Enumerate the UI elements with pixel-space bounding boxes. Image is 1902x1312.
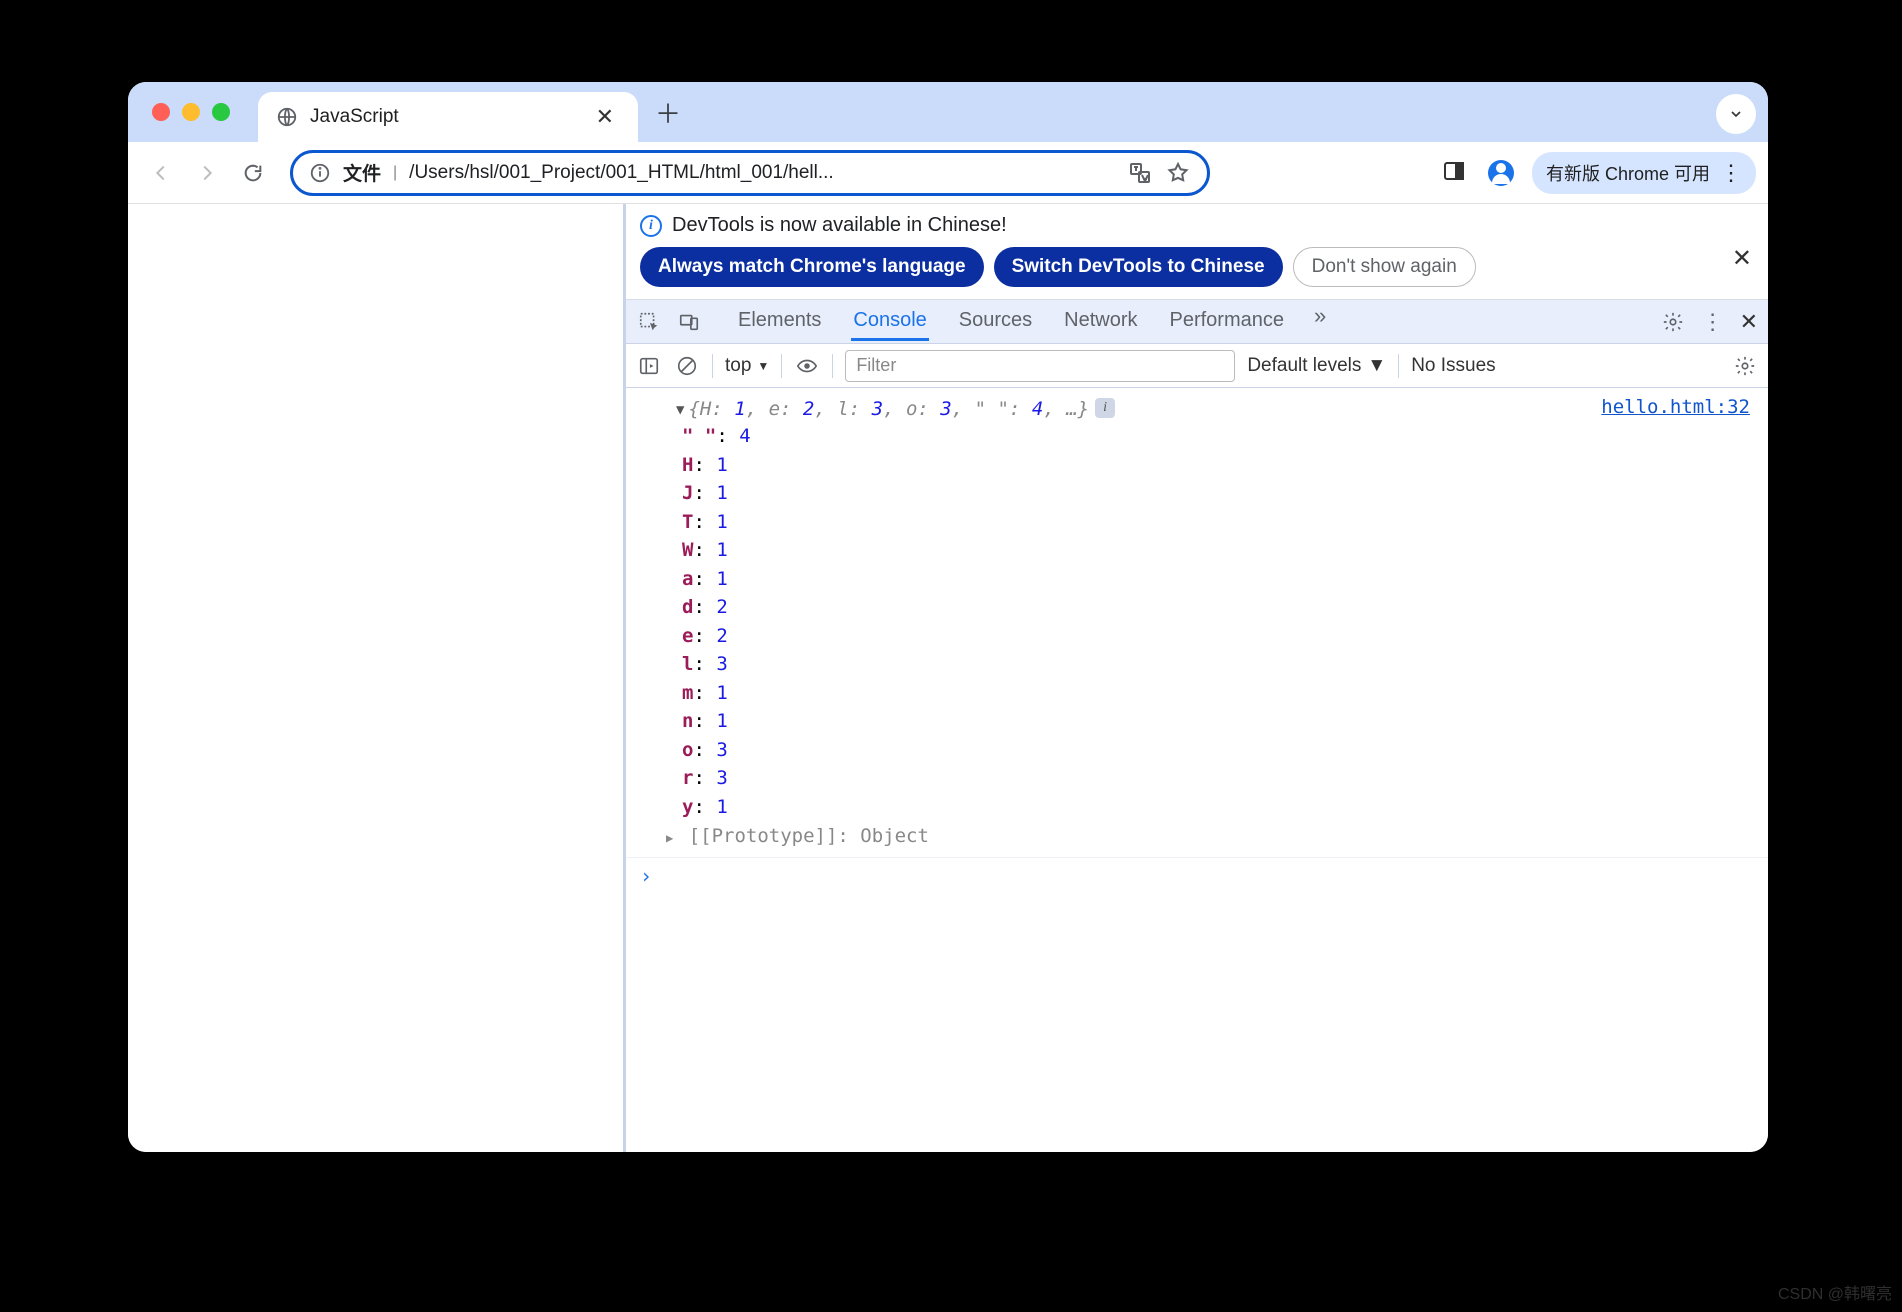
profile-avatar[interactable] — [1488, 160, 1514, 186]
update-text: 有新版 Chrome 可用 — [1546, 160, 1710, 186]
browser-tab[interactable]: JavaScript ✕ — [258, 92, 638, 142]
property-row[interactable]: a: 1 — [682, 565, 1754, 594]
more-tabs-button[interactable]: » — [1314, 303, 1323, 341]
devtools-language-banner: i DevTools is now available in Chinese! … — [626, 204, 1768, 300]
site-info-icon[interactable] — [309, 162, 331, 184]
separator — [832, 354, 833, 378]
close-window-button[interactable] — [152, 103, 170, 121]
source-link[interactable]: hello.html:32 — [1601, 396, 1750, 418]
disclosure-triangle-closed[interactable]: ▶ — [666, 831, 673, 845]
toolbar-right: 有新版 Chrome 可用 ⋮ — [1440, 152, 1756, 194]
close-tab-button[interactable]: ✕ — [590, 104, 620, 130]
browser-toolbar: 文件 | /Users/hsl/001_Project/001_HTML/htm… — [128, 142, 1768, 204]
console-prompt[interactable]: › — [626, 858, 1768, 894]
chrome-update-button[interactable]: 有新版 Chrome 可用 ⋮ — [1532, 152, 1756, 194]
chevron-down-icon: ▼ — [1367, 355, 1386, 377]
property-row[interactable]: T: 1 — [682, 508, 1754, 537]
url-scheme: 文件 — [343, 159, 381, 186]
context-selector[interactable]: top ▼ — [725, 355, 769, 377]
inspect-icon[interactable] — [636, 309, 662, 335]
property-row[interactable]: d: 2 — [682, 593, 1754, 622]
property-row[interactable]: m: 1 — [682, 679, 1754, 708]
object-summary[interactable]: {H: 1, e: 2, l: 3, o: 3, " ": 4, …} — [688, 398, 1089, 420]
tab-sources[interactable]: Sources — [957, 303, 1034, 341]
separator — [712, 354, 713, 378]
settings-gear-icon[interactable] — [1660, 309, 1686, 335]
back-button[interactable] — [140, 152, 182, 194]
device-toggle-icon[interactable] — [676, 309, 702, 335]
property-row[interactable]: l: 3 — [682, 650, 1754, 679]
dismiss-banner-button[interactable]: Don't show again — [1293, 247, 1476, 287]
property-row[interactable]: o: 3 — [682, 736, 1754, 765]
switch-language-button[interactable]: Switch DevTools to Chinese — [994, 247, 1283, 287]
side-panel-icon[interactable] — [1440, 159, 1470, 187]
object-properties: " ": 4H: 1J: 1T: 1W: 1a: 1d: 2e: 2l: 3m:… — [682, 422, 1754, 821]
browser-window: JavaScript ✕ ＋ 文件 | /Users/hsl/001_Proje… — [128, 82, 1768, 1152]
console-toolbar: top ▼ Filter Default levels ▼ No Issues — [626, 344, 1768, 388]
property-row[interactable]: n: 1 — [682, 707, 1754, 736]
property-row[interactable]: W: 1 — [682, 536, 1754, 565]
bookmark-star-icon[interactable] — [1165, 160, 1191, 186]
tab-search-button[interactable] — [1716, 94, 1756, 134]
watermark: CSDN @韩曙亮 — [1778, 1280, 1892, 1304]
tab-console[interactable]: Console — [851, 303, 928, 341]
content-area: i DevTools is now available in Chinese! … — [128, 204, 1768, 1152]
forward-button[interactable] — [186, 152, 228, 194]
issues-label[interactable]: No Issues — [1411, 355, 1495, 377]
prototype-row[interactable]: ▶ [[Prototype]]: Object — [682, 825, 1754, 847]
property-row[interactable]: r: 3 — [682, 764, 1754, 793]
info-icon: i — [640, 215, 662, 237]
new-tab-button[interactable]: ＋ — [648, 92, 688, 132]
console-output: hello.html:32 ▼ {H: 1, e: 2, l: 3, o: 3,… — [626, 388, 1768, 1152]
separator — [1398, 354, 1399, 378]
tab-strip: JavaScript ✕ ＋ — [128, 82, 1768, 142]
devtools-tabbar: Elements Console Sources Network Perform… — [626, 300, 1768, 344]
tab-performance[interactable]: Performance — [1168, 303, 1287, 341]
info-badge-icon[interactable]: i — [1095, 398, 1115, 418]
live-expression-icon[interactable] — [794, 353, 820, 379]
page-viewport — [128, 204, 626, 1152]
clear-console-icon[interactable] — [674, 353, 700, 379]
property-row[interactable]: " ": 4 — [682, 422, 1754, 451]
address-bar[interactable]: 文件 | /Users/hsl/001_Project/001_HTML/htm… — [290, 150, 1210, 196]
globe-icon — [276, 106, 298, 128]
log-levels-selector[interactable]: Default levels ▼ — [1247, 355, 1386, 377]
minimize-window-button[interactable] — [182, 103, 200, 121]
separator — [781, 354, 782, 378]
translate-icon[interactable] — [1127, 160, 1153, 186]
chevron-down-icon: ▼ — [757, 359, 769, 373]
maximize-window-button[interactable] — [212, 103, 230, 121]
property-row[interactable]: y: 1 — [682, 793, 1754, 822]
close-banner-button[interactable]: ✕ — [1732, 244, 1752, 273]
tab-network[interactable]: Network — [1062, 303, 1139, 341]
disclosure-triangle-open[interactable]: ▼ — [676, 402, 684, 418]
console-settings-icon[interactable] — [1732, 353, 1758, 379]
property-row[interactable]: e: 2 — [682, 622, 1754, 651]
reload-button[interactable] — [232, 152, 274, 194]
console-log-entry: ▼ {H: 1, e: 2, l: 3, o: 3, " ": 4, …} i … — [626, 394, 1768, 858]
tab-elements[interactable]: Elements — [736, 303, 823, 341]
tab-title: JavaScript — [310, 106, 578, 128]
url-text: /Users/hsl/001_Project/001_HTML/html_001… — [409, 162, 1115, 184]
property-row[interactable]: J: 1 — [682, 479, 1754, 508]
sidebar-toggle-icon[interactable] — [636, 353, 662, 379]
devtools-menu-button[interactable]: ⋮ — [1702, 309, 1724, 335]
match-language-button[interactable]: Always match Chrome's language — [640, 247, 984, 287]
filter-input[interactable]: Filter — [845, 350, 1235, 382]
property-row[interactable]: H: 1 — [682, 451, 1754, 480]
banner-text: DevTools is now available in Chinese! — [672, 214, 1007, 237]
close-devtools-button[interactable]: ✕ — [1740, 309, 1758, 335]
devtools-panel: i DevTools is now available in Chinese! … — [626, 204, 1768, 1152]
window-controls — [152, 103, 230, 121]
